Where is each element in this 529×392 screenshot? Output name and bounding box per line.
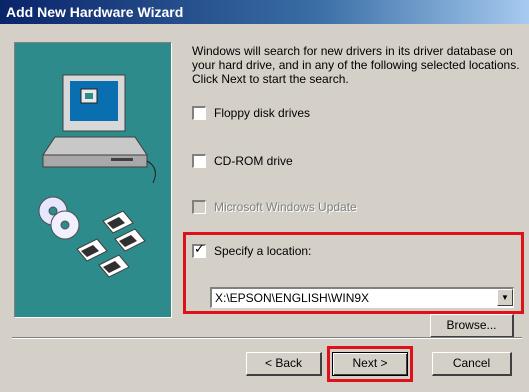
windows-update-label: Microsoft Windows Update [214,200,357,214]
windows-update-checkbox [192,200,206,214]
location-input[interactable]: X:\EPSON\ENGLISH\WIN9X [215,290,369,306]
specify-location-checkbox[interactable]: ✓ [192,241,206,258]
cdrom-label: CD-ROM drive [214,154,293,168]
floppy-option[interactable]: Floppy disk drives [192,105,310,121]
window-title: Add New Hardware Wizard [0,0,529,24]
separator [12,337,522,339]
back-button[interactable]: < Back [246,352,322,376]
cdrom-checkbox[interactable] [192,154,206,168]
browse-button[interactable]: Browse... [430,314,514,338]
wizard-illustration [14,42,172,318]
computer-and-disks-icon [38,74,156,278]
floppy-checkbox[interactable] [192,106,206,120]
next-button[interactable]: Next > [332,352,408,376]
checkmark-icon: ✓ [194,241,205,256]
specify-location-label: Specify a location: [214,244,312,258]
intro-text: Windows will search for new drivers in i… [192,44,520,86]
location-combobox[interactable]: X:\EPSON\ENGLISH\WIN9X ▼ [210,287,514,308]
specify-location-option[interactable]: ✓ Specify a location: [192,241,312,259]
chevron-down-icon[interactable]: ▼ [497,289,513,306]
cancel-button[interactable]: Cancel [432,352,512,376]
windows-update-option: Microsoft Windows Update [192,199,357,215]
cdrom-option[interactable]: CD-ROM drive [192,153,293,169]
floppy-label: Floppy disk drives [214,106,311,120]
